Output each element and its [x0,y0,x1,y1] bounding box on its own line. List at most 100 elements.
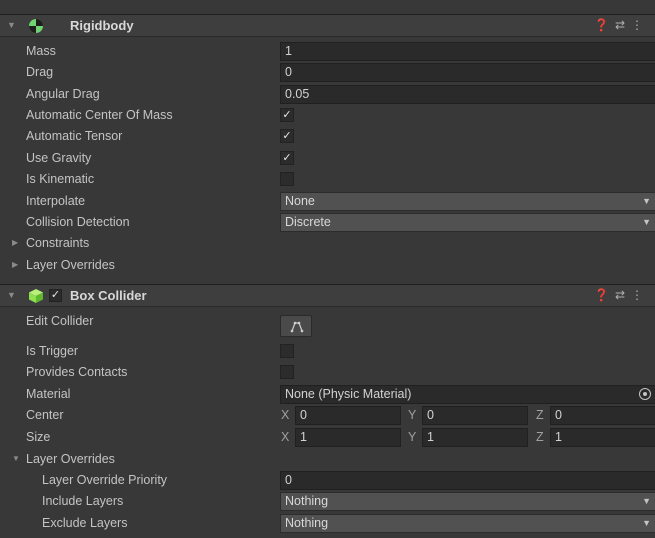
interpolate-label: Interpolate [26,194,86,208]
is-trigger-checkbox[interactable] [280,344,294,358]
exclude-layers-value: Nothing [285,516,329,530]
object-picker-icon[interactable] [639,388,651,400]
center-z-field[interactable]: 0 [550,406,655,425]
material-label: Material [26,387,71,401]
material-value: None (Physic Material) [285,387,412,401]
size-x-label[interactable]: X [281,430,289,444]
help-icon[interactable]: ❓ [594,18,615,32]
bc-layer-overrides-foldout[interactable]: ▼ Layer Overrides [0,449,655,470]
layer-overrides-label: Layer Overrides [26,258,115,272]
size-y-label[interactable]: Y [408,430,416,444]
include-layers-dropdown[interactable]: Nothing ▼ [280,492,655,511]
drag-label: Drag [26,65,54,79]
is-trigger-label: Is Trigger [26,344,79,358]
foldout-expanded-icon[interactable]: ▼ [7,20,16,30]
center-y-field[interactable]: 0 [422,406,528,425]
size-z-field[interactable]: 1 [550,428,655,447]
component-title: Rigidbody [70,18,134,33]
is-kinematic-label: Is Kinematic [26,172,95,186]
center-y-label[interactable]: Y [408,408,416,422]
auto-com-row: Automatic Center Of Mass ✓ [0,105,655,126]
collision-detection-dropdown[interactable]: Discrete ▼ [280,213,655,232]
box-collider-icon [28,288,44,307]
use-gravity-row: Use Gravity ✓ [0,148,655,169]
component-title: Box Collider [70,288,147,303]
edit-collider-button[interactable] [280,315,312,337]
mass-row: Mass 1 [0,41,655,62]
interpolate-dropdown[interactable]: None ▼ [280,192,655,211]
auto-com-checkbox[interactable]: ✓ [280,108,294,122]
foldout-expanded-icon[interactable]: ▼ [7,290,16,300]
dropdown-arrow-icon: ▼ [642,496,651,506]
use-gravity-label: Use Gravity [26,151,92,165]
is-trigger-row: Is Trigger [0,341,655,362]
size-z-label[interactable]: Z [536,430,544,444]
exclude-layers-dropdown[interactable]: Nothing ▼ [280,514,655,533]
foldout-collapsed-icon[interactable]: ▶ [12,238,18,247]
collision-detection-row: Collision Detection Discrete ▼ [0,212,655,233]
layer-override-priority-label: Layer Override Priority [42,473,168,487]
auto-com-label: Automatic Center Of Mass [26,108,173,122]
rigidbody-icon [28,18,44,37]
box-collider-header[interactable]: ▼ ✓ Box Collider ❓⇄⋮ [0,284,655,307]
center-z-label[interactable]: Z [536,408,544,422]
is-kinematic-checkbox[interactable] [280,172,294,186]
is-kinematic-row: Is Kinematic [0,169,655,190]
auto-tensor-checkbox[interactable]: ✓ [280,129,294,143]
center-label: Center [26,408,64,422]
include-layers-row: Include Layers Nothing ▼ [0,491,655,512]
center-x-label[interactable]: X [281,408,289,422]
provides-contacts-label: Provides Contacts [26,365,128,379]
edit-collider-label: Edit Collider [26,314,94,328]
edit-collider-row: Edit Collider [0,311,655,341]
size-row: Size X 1 Y 1 Z 1 [0,427,655,448]
more-menu-icon[interactable]: ⋮ [631,18,649,32]
dropdown-arrow-icon: ▼ [642,518,651,528]
auto-tensor-label: Automatic Tensor [26,129,123,143]
interpolate-row: Interpolate None ▼ [0,191,655,212]
dropdown-arrow-icon: ▼ [642,217,651,227]
provides-contacts-checkbox[interactable] [280,365,294,379]
size-y-field[interactable]: 1 [422,428,528,447]
header-actions: ❓⇄⋮ [594,288,649,302]
include-layers-value: Nothing [285,494,329,508]
center-x-field[interactable]: 0 [295,406,401,425]
auto-tensor-row: Automatic Tensor ✓ [0,126,655,147]
exclude-layers-label: Exclude Layers [42,516,128,530]
drag-field[interactable]: 0 [280,63,655,82]
more-menu-icon[interactable]: ⋮ [631,288,649,302]
dropdown-arrow-icon: ▼ [642,196,651,206]
angular-drag-label: Angular Drag [26,87,100,101]
provides-contacts-row: Provides Contacts [0,362,655,383]
constraints-label: Constraints [26,236,90,250]
foldout-collapsed-icon[interactable]: ▶ [12,260,18,269]
mass-field[interactable]: 1 [280,42,655,61]
angular-drag-field[interactable]: 0.05 [280,85,655,104]
rigidbody-header[interactable]: ▼ Rigidbody ❓⇄⋮ [0,14,655,37]
collision-detection-value: Discrete [285,215,331,229]
rb-layer-overrides-foldout[interactable]: ▶ Layer Overrides [0,255,655,276]
constraints-foldout[interactable]: ▶ Constraints [0,233,655,254]
interpolate-value: None [285,194,315,208]
enabled-checkbox[interactable]: ✓ [49,289,62,302]
presets-icon[interactable]: ⇄ [615,288,631,302]
foldout-expanded-icon[interactable]: ▼ [12,454,20,463]
size-x-field[interactable]: 1 [295,428,401,447]
use-gravity-checkbox[interactable]: ✓ [280,151,294,165]
size-label: Size [26,430,51,444]
help-icon[interactable]: ❓ [594,288,615,302]
header-actions: ❓⇄⋮ [594,18,649,32]
presets-icon[interactable]: ⇄ [615,18,631,32]
material-row: Material None (Physic Material) [0,384,655,405]
edit-bounds-icon [290,320,304,336]
collision-detection-label: Collision Detection [26,215,130,229]
center-row: Center X 0 Y 0 Z 0 [0,405,655,426]
include-layers-label: Include Layers [42,494,124,508]
material-object-field[interactable]: None (Physic Material) [280,385,655,404]
exclude-layers-row: Exclude Layers Nothing ▼ [0,513,655,534]
angular-drag-row: Angular Drag 0.05 [0,84,655,105]
layer-override-priority-field[interactable]: 0 [280,471,655,490]
layer-override-priority-row: Layer Override Priority 0 [0,470,655,491]
mass-label: Mass [26,44,56,58]
layer-overrides-label: Layer Overrides [26,452,115,466]
